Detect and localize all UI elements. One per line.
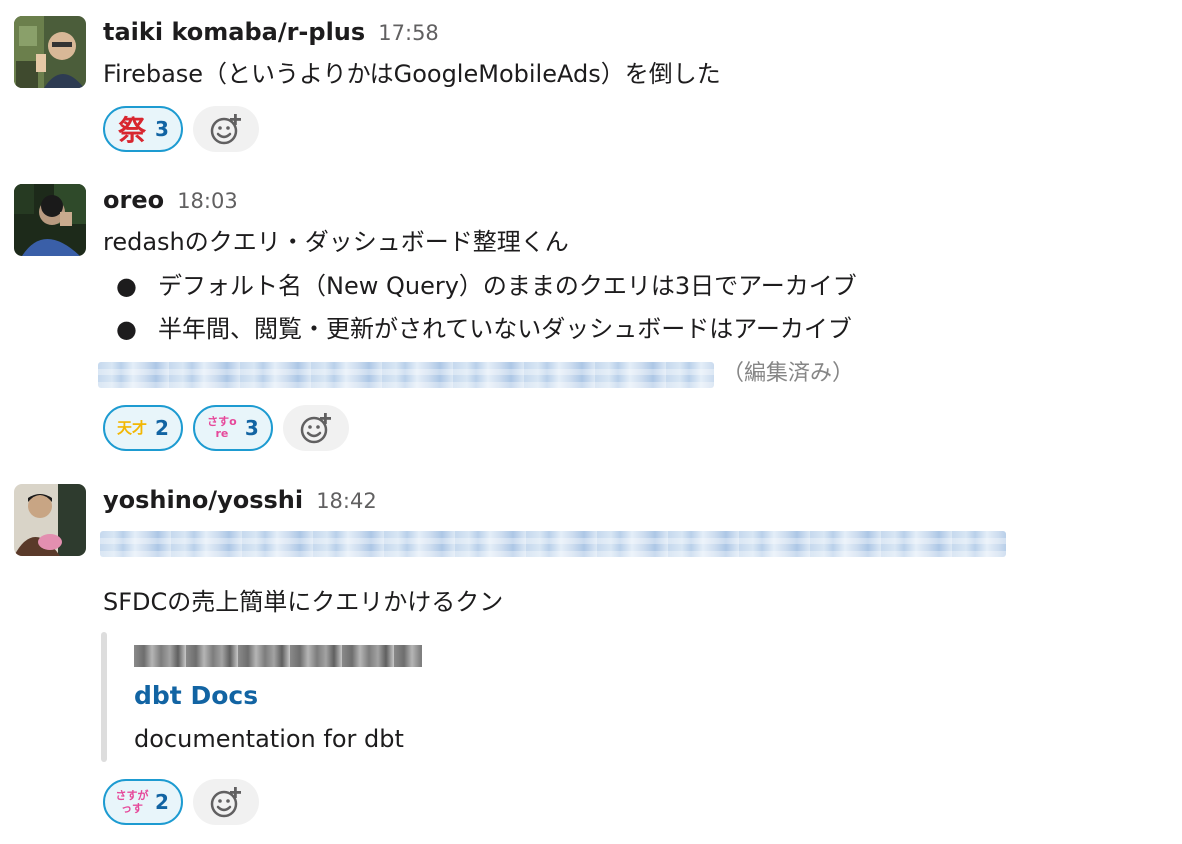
- reaction-sasuore[interactable]: さすore 3: [192, 405, 273, 451]
- attachment-title-link[interactable]: dbt Docs: [134, 681, 258, 710]
- add-reaction-icon: [210, 787, 241, 818]
- matsuri-icon: 祭: [115, 112, 149, 147]
- sasugatsusu-emoji-glyph: さすがっす: [115, 789, 149, 815]
- message-header: taiki komaba/r-plus 17:58: [103, 17, 439, 50]
- author-name[interactable]: oreo: [103, 186, 164, 214]
- sasuore-icon: さすore: [205, 411, 239, 445]
- reaction-matsuri[interactable]: 祭 3: [103, 106, 183, 152]
- timestamp[interactable]: 18:03: [177, 189, 238, 213]
- message-text: redashのクエリ・ダッシュボード整理くん: [103, 228, 569, 256]
- bullet-dot: ●: [116, 315, 137, 343]
- sasugatsusu-icon: さすがっす: [115, 785, 149, 819]
- timestamp[interactable]: 17:58: [378, 21, 439, 45]
- reaction-bar: 祭 3: [103, 106, 259, 152]
- reaction-count: 2: [155, 416, 169, 440]
- avatar-taiki[interactable]: [14, 16, 86, 88]
- add-reaction-icon: [210, 114, 241, 145]
- reaction-count: 3: [155, 117, 169, 141]
- redacted-link[interactable]: [100, 531, 1006, 557]
- matsuri-emoji-glyph: 祭: [117, 114, 146, 147]
- add-reaction-button[interactable]: [282, 405, 349, 451]
- bullet-item: ● デフォルト名（New Query）のままのクエリは3日でアーカイブ: [116, 270, 857, 302]
- redacted-link[interactable]: [98, 362, 714, 388]
- sasuore-emoji-glyph: さすore: [207, 415, 237, 440]
- author-name[interactable]: yoshino/yosshi: [103, 486, 303, 514]
- reaction-tensai[interactable]: 天才 2: [103, 405, 183, 451]
- add-reaction-button[interactable]: [192, 106, 259, 152]
- attachment-border: [101, 632, 107, 762]
- reaction-bar: さすがっす 2: [103, 779, 259, 825]
- message-text: Firebase（というよりかはGoogleMobileAds）を倒した: [103, 60, 721, 88]
- attachment-description: documentation for dbt: [134, 725, 404, 753]
- timestamp[interactable]: 18:42: [316, 489, 377, 513]
- avatar-oreo[interactable]: [14, 184, 86, 256]
- redacted-site-name: [134, 645, 422, 667]
- message-header: oreo 18:03: [103, 185, 238, 218]
- tensai-emoji-glyph: 天才: [116, 418, 147, 437]
- avatar-photo-yoshino: [14, 484, 86, 556]
- tensai-icon: 天才: [115, 411, 149, 445]
- author-name[interactable]: taiki komaba/r-plus: [103, 18, 365, 46]
- reaction-count: 2: [155, 790, 169, 814]
- edited-label: （編集済み）: [722, 361, 855, 386]
- add-reaction-icon: [300, 413, 331, 444]
- bullet-text: 半年間、閲覧・更新がされていないダッシュボードはアーカイブ: [158, 315, 852, 343]
- reaction-count: 3: [244, 416, 259, 440]
- avatar-yoshino[interactable]: [14, 484, 86, 556]
- add-reaction-button[interactable]: [192, 779, 259, 825]
- bullet-text: デフォルト名（New Query）のままのクエリは3日でアーカイブ: [158, 272, 857, 300]
- bullet-item: ● 半年間、閲覧・更新がされていないダッシュボードはアーカイブ: [116, 313, 852, 345]
- reaction-bar: 天才 2 さすore 3: [103, 405, 349, 451]
- avatar-photo-oreo: [14, 184, 86, 256]
- bullet-dot: ●: [116, 272, 137, 300]
- avatar-photo-taiki: [14, 16, 86, 88]
- message-text: SFDCの売上簡単にクエリかけるクン: [103, 588, 504, 616]
- reaction-sasugatsusu[interactable]: さすがっす 2: [103, 779, 183, 825]
- message-header: yoshino/yosshi 18:42: [103, 485, 377, 518]
